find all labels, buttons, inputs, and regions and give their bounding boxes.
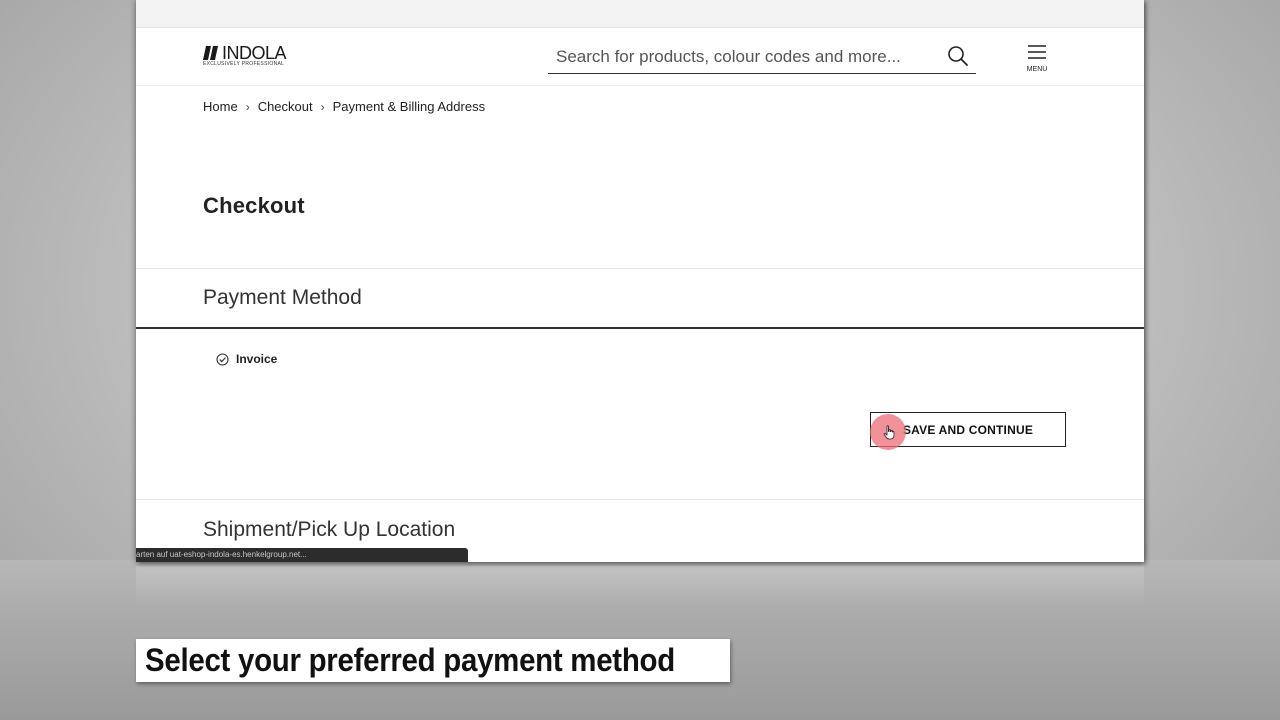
check-circle-icon xyxy=(216,352,229,366)
payment-method-heading[interactable]: Payment Method xyxy=(203,286,362,310)
payment-section-rule xyxy=(136,327,1144,329)
breadcrumb: Home › Checkout › Payment & Billing Addr… xyxy=(203,99,485,114)
browser-top-strip xyxy=(136,0,1144,28)
section-divider xyxy=(136,268,1144,269)
payment-option-invoice[interactable]: Invoice xyxy=(216,352,277,366)
browser-window: INDOLA EXCLUSIVELY PROFESSIONAL MENU Hom… xyxy=(136,0,1144,562)
chevron-right-icon: › xyxy=(320,99,325,114)
window-reflection xyxy=(136,566,1144,606)
breadcrumb-checkout[interactable]: Checkout xyxy=(258,99,313,114)
tutorial-caption: Select your preferred payment method xyxy=(136,639,731,682)
breadcrumb-home[interactable]: Home xyxy=(203,99,238,114)
breadcrumb-current: Payment & Billing Address xyxy=(332,99,486,114)
logo-wordmark: INDOLA xyxy=(222,43,287,63)
caption-text: Select your preferred payment method xyxy=(145,642,675,678)
section-divider xyxy=(136,499,1144,500)
menu-button[interactable]: MENU xyxy=(1024,44,1050,74)
site-header: INDOLA EXCLUSIVELY PROFESSIONAL MENU xyxy=(136,28,1144,86)
logo-mark-icon xyxy=(203,46,218,60)
page-title: Checkout xyxy=(203,193,305,218)
chevron-right-icon: › xyxy=(245,99,250,114)
menu-label: MENU xyxy=(1026,66,1048,73)
hand-pointer-icon xyxy=(883,425,895,440)
payment-option-label: Invoice xyxy=(236,352,278,366)
menu-icon xyxy=(1028,45,1046,59)
search-input[interactable] xyxy=(554,43,938,71)
browser-status-bar: arten auf uat-eshop-indola-es.henkelgrou… xyxy=(136,548,468,562)
indola-logo[interactable]: INDOLA EXCLUSIVELY PROFESSIONAL xyxy=(203,44,293,68)
search-icon[interactable] xyxy=(947,45,969,67)
logo-tagline: EXCLUSIVELY PROFESSIONAL xyxy=(203,61,285,67)
search-bar xyxy=(548,40,976,74)
shipment-heading[interactable]: Shipment/Pick Up Location xyxy=(203,518,455,542)
